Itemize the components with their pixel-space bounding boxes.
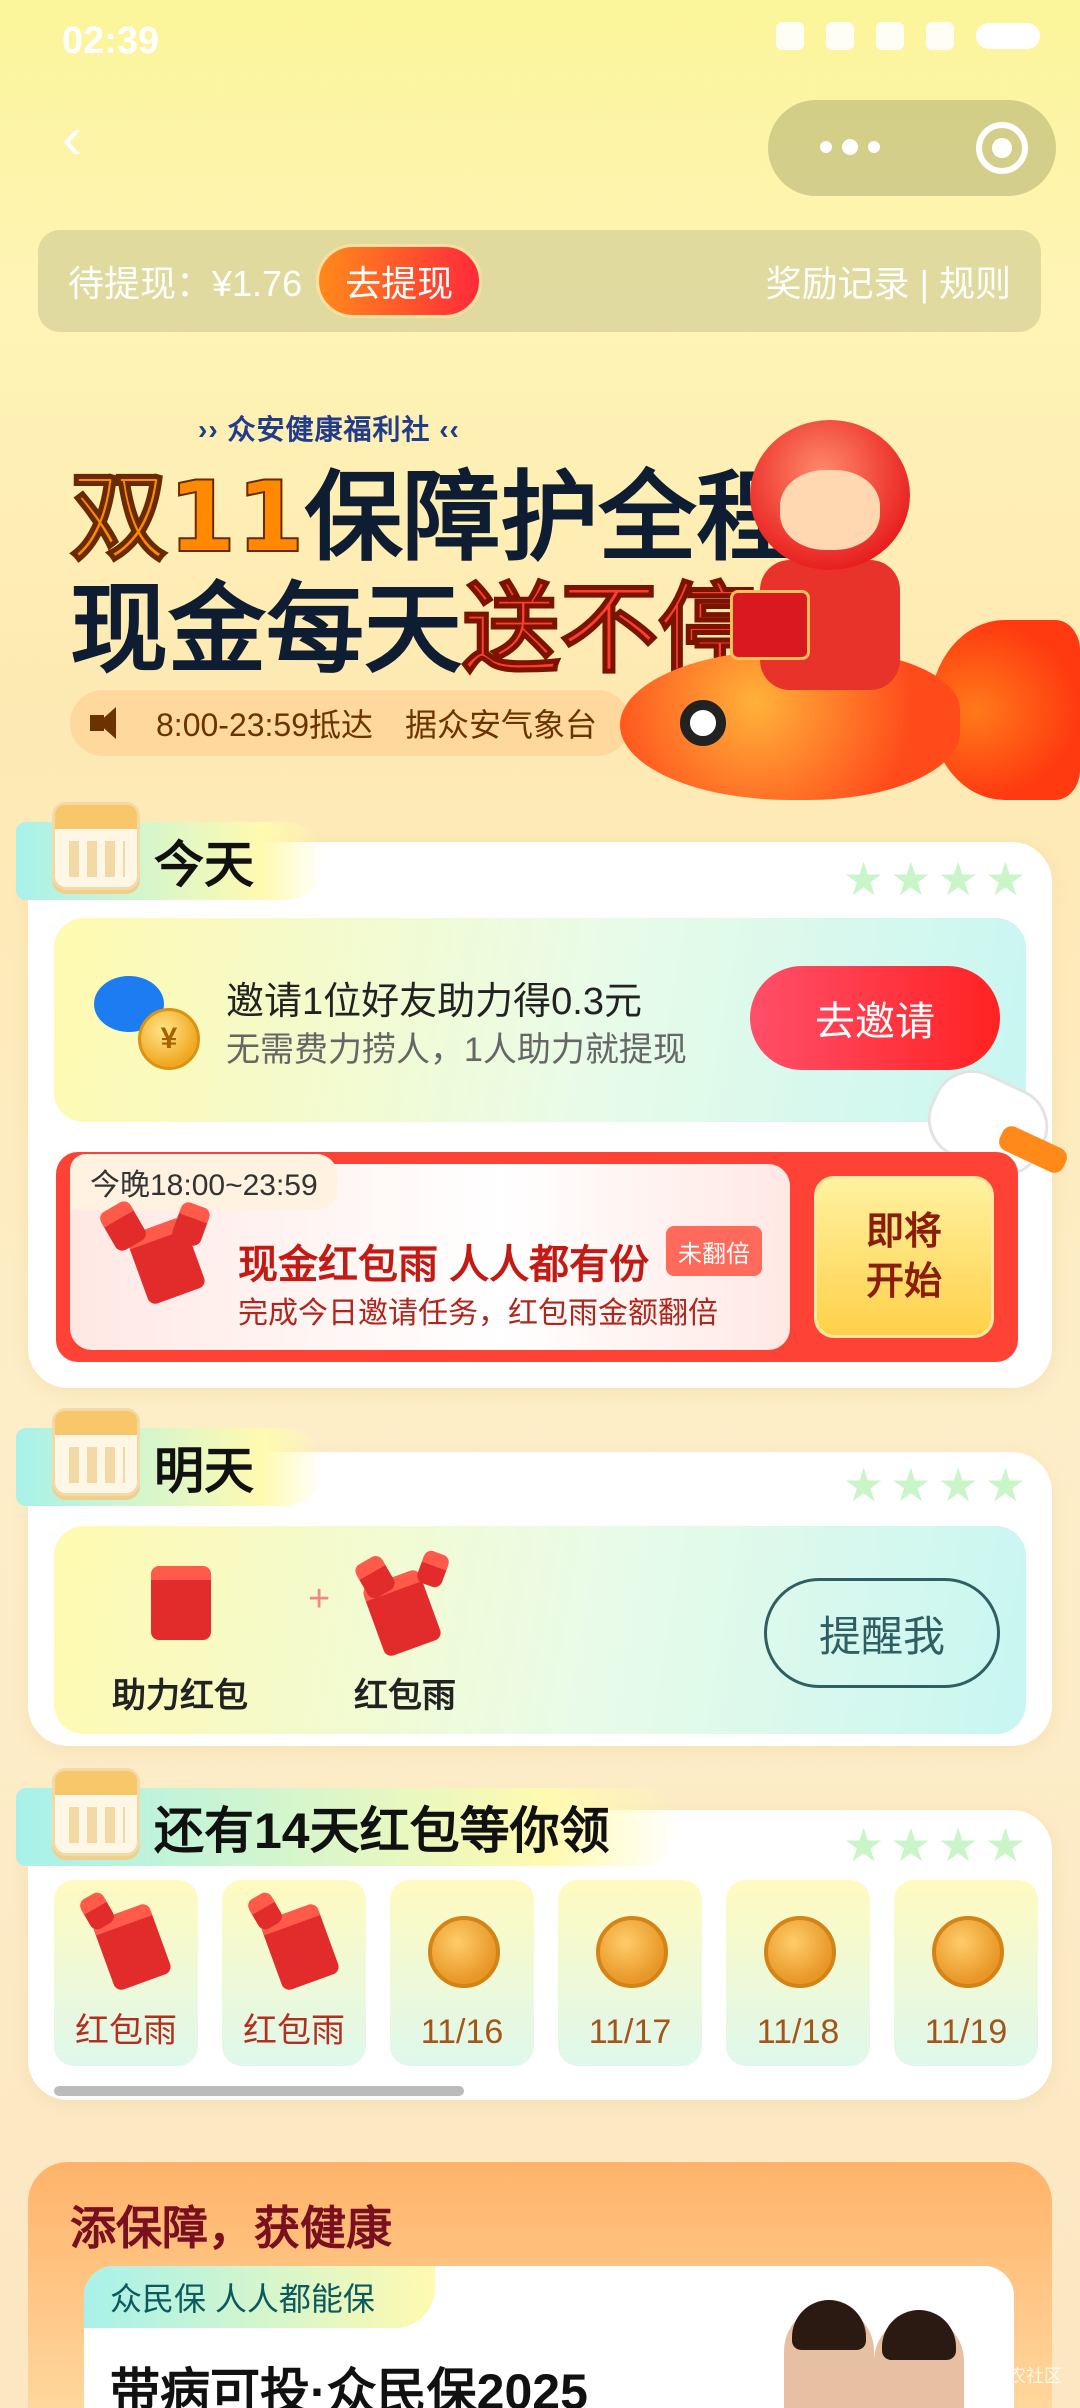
- day-item[interactable]: 11/18: [726, 1880, 870, 2066]
- coin-icon: [596, 1916, 668, 1988]
- calendar-icon: [52, 802, 140, 890]
- today-card: 今天 ★ ★ ★ ★ ¥ 邀请1位好友助力得0.3元 无需费力捞人，1人助力就提现 去…: [16, 802, 1062, 1388]
- promo-headline: 带病可投·众民保2025: [110, 2364, 588, 2408]
- coming-soon-line1: 即将: [865, 1211, 942, 1253]
- invite-title: 邀请1位好友助力得0.3元: [226, 981, 642, 1023]
- watermark: 农社区: [1008, 2366, 1062, 2386]
- tomorrow-rewards: 助力红包 + 红包雨 提醒我: [54, 1526, 1026, 1734]
- assist-envelope-item: 助力红包: [112, 1552, 248, 1717]
- decor-stars: ★ ★ ★ ★: [843, 853, 1026, 905]
- invite-task: ¥ 邀请1位好友助力得0.3元 无需费力捞人，1人助力就提现 去邀请: [54, 918, 1026, 1122]
- day-item[interactable]: 11/16: [390, 1880, 534, 2066]
- rain-panel: 今晚18:00~23:59 现金红包雨 人人都有份 未翻倍 完成今日邀请任务，红…: [70, 1154, 790, 1350]
- mascot-illustration: [620, 400, 1080, 840]
- status-time: 02:39: [62, 20, 160, 62]
- future-rewards-card: 还有14天红包等你领 ★ ★ ★ ★ 红包雨 红包雨 11/16 11/17 11/1…: [16, 1768, 1052, 2100]
- tomorrow-card: 明天 ★ ★ ★ ★ 助力红包 + 红包雨 提醒我: [16, 1408, 1052, 1746]
- day-item[interactable]: 11/17: [558, 1880, 702, 2066]
- future-tag-label: 还有14天红包等你领: [154, 1803, 610, 1859]
- invite-button[interactable]: 去邀请: [750, 966, 1000, 1070]
- couple-photo: [774, 2286, 974, 2408]
- day-label: 11/16: [420, 2013, 504, 2051]
- headline-line1-a: 双11: [69, 461, 305, 575]
- remind-me-button[interactable]: 提醒我: [764, 1578, 1000, 1688]
- tomorrow-tag-label: 明天: [154, 1443, 254, 1499]
- day-label: 11/17: [588, 2013, 672, 2051]
- status-bar: 02:39: [0, 0, 1080, 80]
- envelope-rain-item: 红包雨: [350, 1548, 460, 1717]
- coin-icon: [764, 1916, 836, 1988]
- mascot-face: [780, 470, 880, 550]
- day-item[interactable]: 红包雨: [54, 1880, 198, 2066]
- today-tag-label: 今天: [154, 837, 254, 893]
- wifi-icon: [926, 22, 954, 50]
- signal-icon: [876, 22, 904, 50]
- reward-record-rules-link[interactable]: 奖励记录 | 规则: [766, 255, 1011, 307]
- pending-withdraw-amount: 待提现：¥1.76: [68, 263, 303, 304]
- promo-product-card[interactable]: 众民保 人人都能保 带病可投·众民保2025: [84, 2266, 1014, 2408]
- mute-icon: [776, 22, 804, 50]
- rain-title: 现金红包雨 人人都有份: [238, 1243, 650, 1287]
- more-icon[interactable]: [820, 139, 880, 155]
- plus-sign: +: [308, 1578, 331, 1620]
- rain-subtitle: 完成今日邀请任务，红包雨金额翻倍: [238, 1297, 718, 1330]
- coin-icon: [428, 1916, 500, 1988]
- brand-label: ›› 众安健康福利社 ‹‹: [198, 414, 460, 445]
- chat-coin-icon: ¥: [94, 968, 200, 1070]
- ticker-text: 8:00-23:59抵达 据众安气象台: [156, 707, 598, 743]
- day-label: 11/18: [756, 2013, 840, 2051]
- withdraw-button[interactable]: 去提现: [316, 244, 483, 318]
- decor-stars: ★ ★ ★ ★: [843, 1459, 1026, 1511]
- speaker-icon: [90, 703, 130, 743]
- day-label: 11/19: [924, 2013, 1008, 2051]
- coin-icon: [932, 1916, 1004, 1988]
- red-envelope-rain-task: 今晚18:00~23:59 现金红包雨 人人都有份 未翻倍 完成今日邀请任务，红…: [56, 1152, 1018, 1362]
- insurance-promo: 添保障，获健康 众民保 人人都能保 带病可投·众民保2025: [28, 2162, 1052, 2408]
- day-list[interactable]: 红包雨 红包雨 11/16 11/17 11/18 11/19: [54, 1880, 1038, 2066]
- red-envelopes-icon: [97, 1198, 212, 1324]
- coin-icon: ¥: [138, 1008, 200, 1070]
- horizontal-scrollbar[interactable]: [54, 2086, 464, 2096]
- fish-eye: [680, 700, 726, 746]
- assist-envelope-label: 助力红包: [112, 1677, 248, 1715]
- assist-envelope-icon: [125, 1552, 235, 1662]
- status-icons: [776, 22, 1040, 50]
- day-item[interactable]: 11/19: [894, 1880, 1038, 2066]
- coming-soon-line2: 开始: [865, 1261, 942, 1303]
- battery-icon: [976, 23, 1040, 49]
- close-target-icon[interactable]: [976, 122, 1028, 174]
- envelope-rain-label: 红包雨: [354, 1677, 456, 1715]
- envelope-rain-icon: [350, 1548, 460, 1662]
- back-icon[interactable]: ‹: [62, 108, 102, 168]
- promo-tag: 众民保 人人都能保: [84, 2266, 435, 2328]
- calendar-icon: [52, 1768, 140, 1856]
- promo-title: 添保障，获健康: [70, 2202, 392, 2254]
- not-doubled-badge: 未翻倍: [666, 1226, 762, 1276]
- hd-icon: [826, 22, 854, 50]
- brand-text: 众安健康福利社: [227, 414, 431, 445]
- mini-program-capsule: [768, 100, 1056, 196]
- day-label: 红包雨: [75, 2012, 177, 2050]
- headline-line2-a: 现金每天: [70, 573, 463, 687]
- day-item[interactable]: 红包雨: [222, 1880, 366, 2066]
- rain-time: 今晚18:00~23:59: [70, 1154, 338, 1210]
- red-envelope-icon: [730, 590, 810, 660]
- day-label: 红包雨: [243, 2012, 345, 2050]
- coming-soon-button[interactable]: 即将 开始: [814, 1176, 994, 1338]
- withdraw-bar: 待提现：¥1.76 去提现 奖励记录 | 规则: [38, 230, 1041, 332]
- notice-ticker: 8:00-23:59抵达 据众安气象台: [70, 690, 630, 756]
- invite-subtitle: 无需费力捞人，1人助力就提现: [226, 1031, 687, 1069]
- woman-figure: [874, 2310, 964, 2408]
- man-figure: [784, 2300, 874, 2408]
- calendar-icon: [52, 1408, 140, 1496]
- decor-stars: ★ ★ ★ ★: [843, 1819, 1026, 1871]
